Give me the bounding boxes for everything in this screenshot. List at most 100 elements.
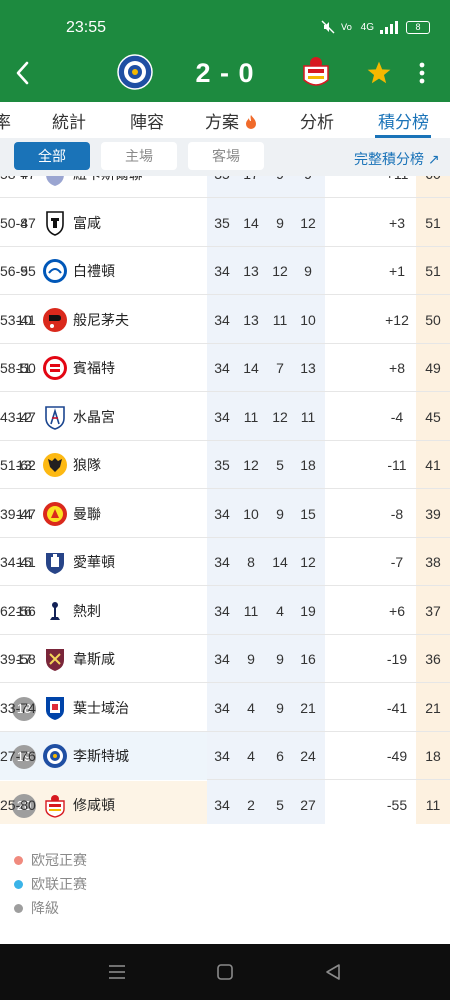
wins-cell: 11 — [243, 602, 259, 619]
played-cell: 34 — [214, 505, 230, 522]
goal-difference-cell: -41 — [386, 699, 408, 716]
tab-stats[interactable]: 統計 — [52, 108, 86, 133]
goals-cell: 62-56 — [0, 602, 36, 619]
full-table-link[interactable]: 完整積分榜 ↗ — [354, 149, 440, 169]
club-name: 韋斯咸 — [73, 651, 115, 667]
score-row: 2 - 0 — [0, 48, 450, 98]
tab-tips[interactable]: 方案 — [205, 108, 258, 133]
club-logo-icon — [42, 355, 68, 381]
club-logo-icon — [42, 598, 68, 624]
goal-difference-cell: -11 — [387, 457, 407, 473]
played-cell: 34 — [214, 748, 230, 764]
away-team-logo[interactable] — [298, 54, 334, 90]
standings-row[interactable]: 11 賓福特 34 14 7 13 58-50 +8 49 — [0, 344, 450, 392]
club-name: 紐卡斯爾聯 — [73, 176, 143, 198]
legend-dot-relegation — [14, 903, 23, 913]
draws-cell: 9 — [276, 651, 284, 667]
played-cell: 34 — [214, 554, 230, 570]
wins-cell: 11 — [243, 408, 259, 425]
goals-cell: 50-47 — [0, 214, 36, 231]
tab-rate[interactable]: 率 — [0, 108, 11, 133]
goal-difference-cell: +12 — [385, 311, 409, 328]
menu-nav-icon[interactable] — [106, 962, 128, 982]
losses-cell: 24 — [300, 748, 316, 764]
legend-item-relegation: 降級 — [14, 898, 59, 918]
standings-row[interactable]: 15 愛華頓 34 8 14 12 34-41 -7 38 — [0, 538, 450, 586]
favorite-star-icon[interactable] — [366, 60, 392, 86]
club-logo-icon — [42, 501, 68, 527]
standings-row[interactable]: 16 熱刺 34 11 4 19 62-56 +6 37 — [0, 587, 450, 635]
standings-row[interactable]: 9 白禮頓 34 13 12 9 56-55 +1 51 — [0, 247, 450, 295]
points-cell: 21 — [425, 699, 441, 716]
status-icons: Vo 4G 8 — [321, 20, 430, 34]
goals-cell: 51-62 — [0, 457, 36, 473]
played-cell: 35 — [210, 176, 234, 198]
losses-cell: 21 — [300, 699, 316, 716]
played-cell: 35 — [214, 457, 230, 473]
club-logo-icon — [42, 695, 68, 721]
goals-cell: 56-55 — [0, 263, 36, 279]
legend-dot-ucl — [14, 855, 23, 865]
goals-cell: 43-47 — [0, 408, 36, 425]
played-cell: 34 — [214, 408, 230, 425]
wins-cell: 13 — [243, 311, 259, 328]
legend-label-relegation: 降級 — [31, 900, 59, 916]
wins-cell: 10 — [243, 505, 259, 522]
goals-cell: 58-50 — [0, 360, 36, 376]
more-options-icon[interactable] — [414, 60, 430, 86]
points-cell: 49 — [425, 360, 441, 376]
losses-cell: 10 — [300, 311, 316, 328]
tab-analysis[interactable]: 分析 — [300, 108, 334, 133]
club-name: 曼聯 — [73, 505, 101, 522]
points-cell: 45 — [425, 408, 441, 425]
standings-row[interactable]: 10 般尼茅夫 34 13 11 10 53-41 +12 50 — [0, 296, 450, 344]
back-nav-icon[interactable] — [322, 962, 344, 982]
mute-icon — [321, 20, 335, 34]
wins-cell: 14 — [243, 360, 259, 376]
standings-row[interactable]: 8 富咸 35 14 9 12 50-47 +3 51 — [0, 199, 450, 247]
filter-away-button[interactable]: 客場 — [188, 142, 264, 170]
standings-row[interactable]: 20 修咸頓 34 2 5 27 25-80 -55 11 — [0, 780, 450, 824]
draws-cell: 12 — [272, 408, 288, 425]
legend-label-uel: 欧联正赛 — [31, 876, 87, 892]
goal-difference-cell: +3 — [389, 214, 405, 231]
filter-home-button[interactable]: 主場 — [101, 142, 177, 170]
standings-row[interactable]: 19 李斯特城 34 4 6 24 27-76 -49 18 — [0, 732, 450, 780]
points-cell: 36 — [425, 651, 441, 667]
tab-lineup[interactable]: 陣容 — [130, 108, 164, 133]
goals-cell: 58-47 — [0, 176, 36, 198]
goal-difference-cell: -7 — [390, 554, 404, 570]
points-cell: 51 — [425, 263, 441, 279]
goal-difference-cell: -49 — [386, 748, 408, 764]
draws-cell: 6 — [276, 748, 284, 764]
filter-all-button[interactable]: 全部 — [14, 142, 90, 170]
standings-row[interactable]: 17 韋斯咸 34 9 9 16 39-58 -19 36 — [0, 635, 450, 683]
goal-difference-cell: -19 — [386, 651, 408, 667]
standings-row[interactable]: 14 曼聯 34 10 9 15 39-47 -8 39 — [0, 490, 450, 538]
tab-bar: 率 統計 陣容 方案 分析 積分榜 — [0, 102, 450, 138]
points-cell: 18 — [425, 748, 441, 764]
volte-icon: Vo — [341, 23, 352, 33]
club-logo-icon — [42, 258, 68, 284]
club-name: 葉士域治 — [73, 699, 129, 716]
club-name: 般尼茅夫 — [73, 311, 129, 328]
goals-cell: 25-80 — [0, 796, 36, 813]
tab-standings[interactable]: 積分榜 — [378, 108, 429, 133]
standings-row[interactable]: 18 葉士域治 34 4 9 21 33-74 -41 21 — [0, 684, 450, 732]
home-nav-icon[interactable] — [214, 962, 236, 982]
played-cell: 34 — [214, 602, 230, 619]
points-cell: 37 — [425, 602, 441, 619]
legend-dot-uel — [14, 879, 23, 889]
played-cell: 34 — [214, 360, 230, 376]
standings-row[interactable]: 12 水晶宮 34 11 12 11 43-47 -4 45 — [0, 393, 450, 441]
wins-cell: 14 — [243, 214, 259, 231]
played-cell: 34 — [214, 311, 230, 328]
goal-difference-cell: +6 — [389, 602, 405, 619]
goal-difference-cell: +1 — [389, 263, 405, 279]
standings-row[interactable]: 13 狼隊 35 12 5 18 51-62 -11 41 — [0, 441, 450, 489]
network-label: 4G — [360, 21, 374, 33]
legend-item-ucl: 欧冠正赛 — [14, 850, 87, 870]
draws-cell: 12 — [272, 263, 288, 279]
standings-row[interactable]: 7紐卡斯爾聯35179958-47+1160 — [0, 176, 450, 198]
goal-difference-cell: -8 — [390, 505, 404, 522]
